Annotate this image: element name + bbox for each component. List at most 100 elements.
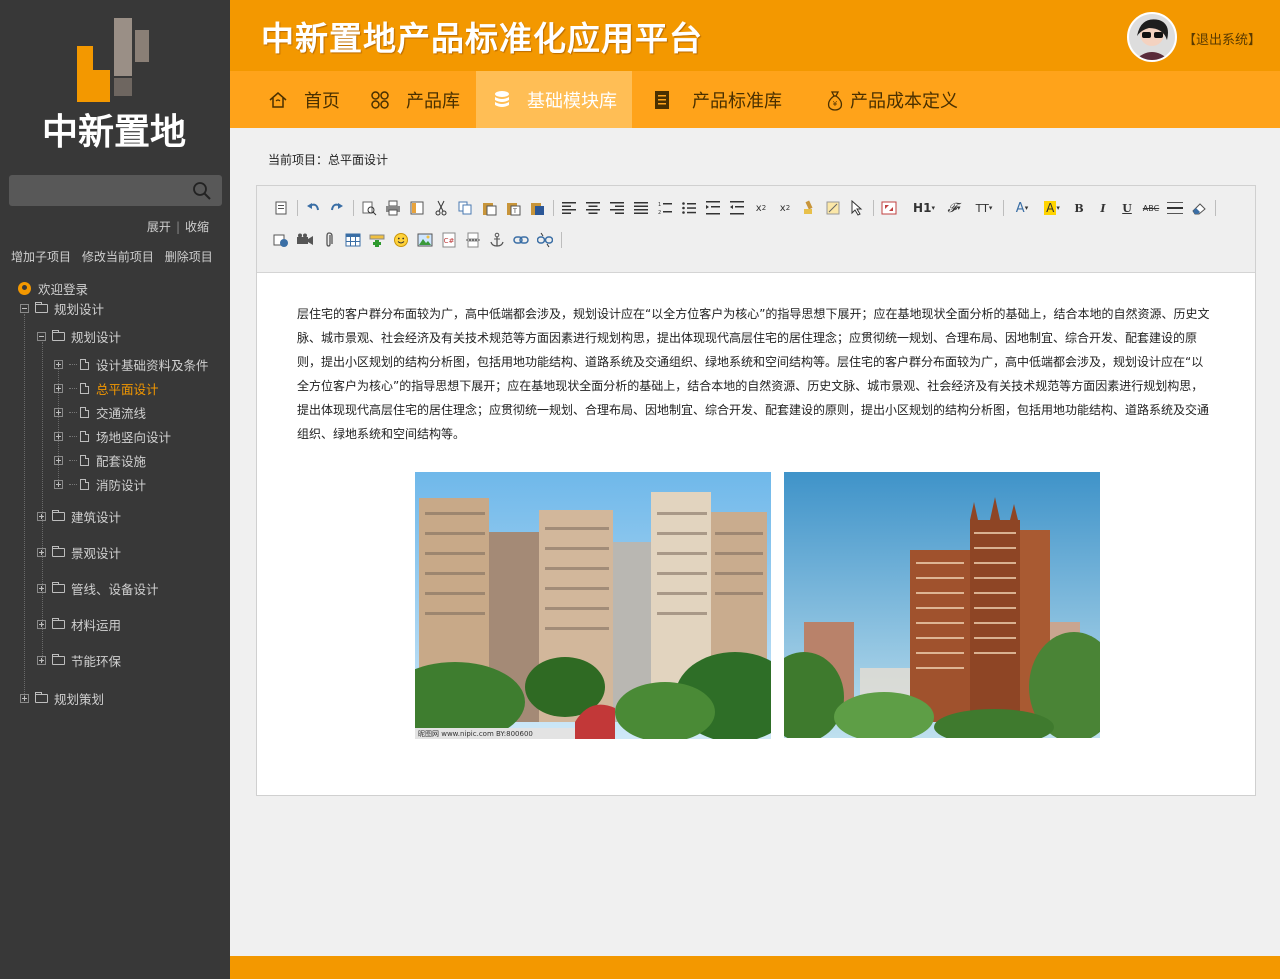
ordered-list-icon[interactable]: 12 [655,198,675,218]
select-all-icon[interactable] [823,198,843,218]
folder-icon [52,581,65,593]
search-input[interactable] [9,175,222,206]
tree-leaf[interactable]: 配套设施 [54,450,146,470]
cut-icon[interactable] [431,198,451,218]
tree-leaf[interactable]: 场地竖向设计 [54,426,171,446]
tree-folder[interactable]: 管线、设备设计 [37,578,159,598]
flash-icon[interactable] [295,230,315,250]
clear-format-icon[interactable] [799,198,819,218]
tree-leaf-active[interactable]: 总平面设计 [54,378,159,398]
collapse-toggle-icon[interactable] [20,303,29,313]
delete-project-button[interactable]: 删除项目 [165,250,213,264]
paste-icon[interactable] [479,198,499,218]
heading-dropdown[interactable]: H1 ▾ [911,198,937,218]
nav-label: 产品成本定义 [850,90,958,112]
avatar[interactable] [1127,12,1177,62]
undo-icon[interactable] [303,198,323,218]
tree-item-root[interactable]: 规划设计 [20,298,104,318]
paste-word-icon[interactable] [527,198,547,218]
search-icon[interactable] [192,181,212,201]
tree-leaf[interactable]: 设计基础资料及条件 [54,354,209,374]
preview-icon[interactable] [359,198,379,218]
insert-row-icon[interactable] [367,230,387,250]
strikethrough-icon[interactable]: ABC [1141,198,1161,218]
align-left-icon[interactable] [559,198,579,218]
font-size-dropdown[interactable]: TT ▾ [971,198,997,218]
background-color-icon[interactable]: A ▾ [1039,198,1065,218]
nav-item-product-standard[interactable]: 产品标准库 [652,71,782,128]
outdent-icon[interactable] [727,198,747,218]
align-right-icon[interactable] [607,198,627,218]
page-break-icon[interactable] [463,230,483,250]
tree-item-sub[interactable]: 规划设计 [37,326,121,346]
collapse-all-button[interactable]: 收缩 [185,220,209,234]
unordered-list-icon[interactable] [679,198,699,218]
code-icon[interactable]: C# [439,230,459,250]
horizontal-rule-icon[interactable] [1165,198,1185,218]
expand-toggle-icon[interactable] [37,583,46,593]
expand-toggle-icon[interactable] [54,431,63,441]
italic-icon[interactable]: I [1093,198,1113,218]
expand-toggle-icon[interactable] [54,383,63,393]
anchor-icon[interactable] [487,230,507,250]
collapse-toggle-icon[interactable] [37,331,46,341]
logout-link[interactable]: 【退出系统】 [1183,29,1261,48]
expand-toggle-icon[interactable] [37,511,46,521]
nav-item-base-module[interactable]: 基础模块库 [476,71,632,128]
table-icon[interactable] [343,230,363,250]
superscript-icon[interactable]: x2 [775,198,795,218]
print-icon[interactable] [383,198,403,218]
underline-icon[interactable]: U [1117,198,1137,218]
tree-folder[interactable]: 节能环保 [37,650,121,670]
tree-leaf[interactable]: 交通流线 [54,402,146,422]
attachment-icon[interactable] [319,230,339,250]
expand-toggle-icon[interactable] [37,655,46,665]
justify-icon[interactable] [631,198,651,218]
folder-open-icon [35,301,48,313]
pointer-icon[interactable] [847,198,867,218]
tree-item-welcome[interactable]: 欢迎登录 [18,278,88,298]
nav-item-cost-definition[interactable]: ¥ 产品成本定义 [826,71,958,128]
tree-folder[interactable]: 景观设计 [37,542,121,562]
expand-all-button[interactable]: 展开 [147,220,171,234]
font-color-icon[interactable]: A ▾ [1009,198,1035,218]
template-icon[interactable] [407,198,427,218]
building-photo-2 [784,472,1100,738]
svg-text:T: T [512,208,517,215]
nav-item-product-library[interactable]: 产品库 [370,71,460,128]
indent-icon[interactable] [703,198,723,218]
bold-icon[interactable]: B [1069,198,1089,218]
eraser-icon[interactable] [1189,198,1209,218]
image-edit-icon[interactable] [271,230,291,250]
tree-folder[interactable]: 材料运用 [37,614,121,634]
tree-folder-root[interactable]: 规划策划 [20,688,104,708]
emoticon-icon[interactable] [391,230,411,250]
expand-toggle-icon[interactable] [20,693,29,703]
file-icon [80,478,89,490]
expand-toggle-icon[interactable] [54,407,63,417]
edit-current-project-button[interactable]: 修改当前项目 [82,250,154,264]
editor-content-text[interactable]: 层住宅的客户群分布面较为广，高中低端都会涉及，规划设计应在“以全方位客户为核心”… [297,302,1211,446]
align-center-icon[interactable] [583,198,603,218]
paste-text-icon[interactable]: T [503,198,523,218]
subscript-icon[interactable]: x2 [751,198,771,218]
image-icon[interactable] [415,230,435,250]
svg-text:C#: C# [444,237,455,245]
tree-leaf[interactable]: 消防设计 [54,474,146,494]
font-family-dropdown[interactable]: 𝓕 ▾ [941,198,967,218]
link-icon[interactable] [511,230,531,250]
add-child-project-button[interactable]: 增加子项目 [11,250,71,264]
tree-folder[interactable]: 建筑设计 [37,506,121,526]
expand-toggle-icon[interactable] [54,455,63,465]
copy-icon[interactable] [455,198,475,218]
nav-item-home[interactable]: 首页 [268,71,340,128]
expand-toggle-icon[interactable] [37,619,46,629]
expand-toggle-icon[interactable] [54,359,63,369]
unlink-icon[interactable] [535,230,555,250]
maximize-icon[interactable] [879,198,899,218]
redo-icon[interactable] [327,198,347,218]
rich-text-editor[interactable]: T 12 x2 x2 H1 ▾ 𝓕 ▾ TT ▾ A ▾ A ▾ B I U A… [256,185,1256,796]
source-code-icon[interactable] [271,198,291,218]
expand-toggle-icon[interactable] [37,547,46,557]
expand-toggle-icon[interactable] [54,479,63,489]
